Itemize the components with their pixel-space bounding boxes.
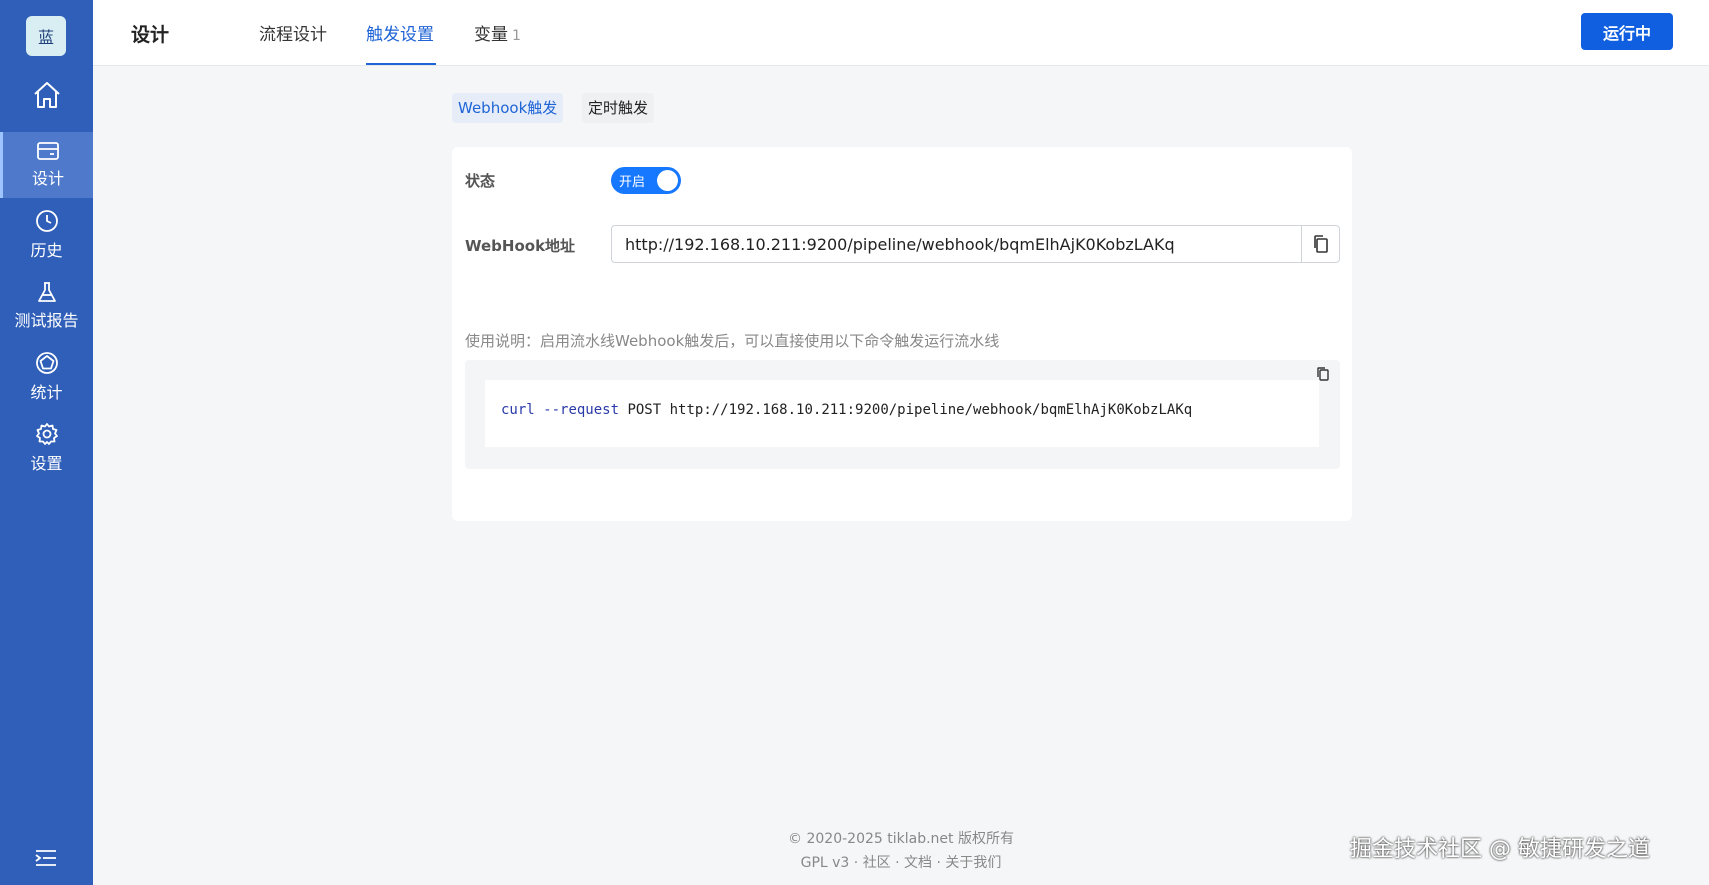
- app-logo[interactable]: 蓝: [26, 16, 66, 56]
- collapse-sidebar-button[interactable]: [34, 848, 58, 868]
- sidebar-item-label: 历史: [30, 241, 63, 260]
- tab-process-design[interactable]: 流程设计: [259, 20, 327, 45]
- sidebar-item-label: 测试报告: [14, 311, 79, 330]
- command-method: POST: [627, 402, 662, 418]
- usage-instructions: 使用说明：启用流水线Webhook触发后，可以直接使用以下命令触发运行流水线: [465, 332, 1000, 350]
- footer-link-community[interactable]: 社区: [863, 855, 891, 871]
- footer-link-about[interactable]: 关于我们: [945, 855, 1001, 871]
- clock-icon: [35, 210, 58, 232]
- sidebar: 蓝 设计 历史 测试报告 统计 设置: [0, 0, 93, 885]
- footer-separator: ·: [936, 855, 941, 871]
- sidebar-item-history[interactable]: 历史: [0, 202, 93, 268]
- pentagon-icon: [35, 352, 58, 374]
- sidebar-item-settings[interactable]: 设置: [0, 415, 93, 481]
- webhook-settings-card: 状态 开启 WebHook地址 使用说明：启用流水线Webhook触发后，可以直…: [452, 147, 1352, 521]
- command-url: http://192.168.10.211:9200/pipeline/webh…: [669, 402, 1193, 418]
- footer-separator: ·: [853, 855, 859, 871]
- watermark: 掘金技术社区 @ 敏捷研发之道: [1350, 837, 1650, 862]
- home-icon: [33, 82, 60, 108]
- home-button[interactable]: [0, 70, 93, 120]
- footer-link-license[interactable]: GPL v3: [801, 855, 850, 871]
- sidebar-item-label: 统计: [30, 383, 63, 402]
- run-button[interactable]: 运行中: [1581, 13, 1673, 50]
- copy-icon: [1313, 235, 1328, 253]
- page-title: 设计: [131, 24, 170, 46]
- webhook-enable-toggle[interactable]: 开启: [611, 167, 681, 194]
- webhook-url-field[interactable]: [611, 225, 1301, 263]
- flask-icon: [37, 282, 56, 302]
- subtab-webhook-trigger[interactable]: Webhook触发: [452, 93, 564, 123]
- sidebar-item-label: 设计: [31, 169, 64, 188]
- webhook-url-label: WebHook地址: [465, 237, 576, 255]
- command-cmd: curl: [501, 402, 535, 418]
- toggle-label: 开启: [619, 175, 646, 190]
- tab-trigger-settings[interactable]: 触发设置: [366, 20, 434, 45]
- tab-variables[interactable]: 变量 1: [474, 20, 521, 45]
- gear-icon: [35, 423, 58, 445]
- menu-collapse-icon: [35, 850, 56, 866]
- copy-url-button[interactable]: [1301, 225, 1340, 263]
- variables-count-badge: 1: [512, 28, 521, 44]
- status-label: 状态: [465, 172, 496, 190]
- footer-separator: ·: [895, 855, 900, 871]
- toggle-knob: [657, 170, 678, 191]
- active-tab-indicator: [366, 63, 436, 65]
- sidebar-item-label: 设置: [30, 454, 63, 473]
- command-flag: --request: [543, 402, 620, 418]
- design-icon: [37, 142, 59, 160]
- sidebar-item-design[interactable]: 设计: [0, 132, 93, 198]
- sidebar-item-test-report[interactable]: 测试报告: [0, 273, 93, 339]
- sidebar-item-statistics[interactable]: 统计: [0, 344, 93, 410]
- top-bar: 设计 流程设计 触发设置 变量 1 运行中: [93, 0, 1709, 66]
- curl-command: curl --request POST http://192.168.10.21…: [485, 380, 1319, 447]
- tab-variables-label: 变量: [474, 25, 508, 45]
- subtab-scheduled-trigger[interactable]: 定时触发: [582, 93, 655, 123]
- command-block: curl --request POST http://192.168.10.21…: [465, 360, 1340, 469]
- footer-link-docs[interactable]: 文档: [904, 855, 932, 871]
